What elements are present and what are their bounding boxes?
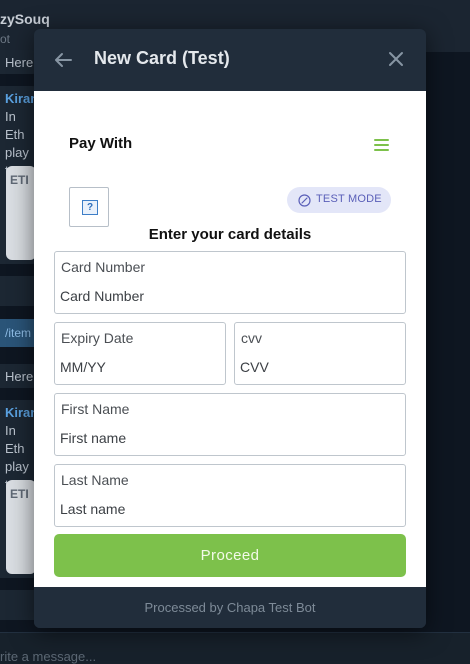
payment-webview: Pay With ? TEST MODE Enter your card det… [34, 91, 426, 587]
last-name-field: Last Name [54, 464, 406, 527]
composer-placeholder: rite a message... [0, 649, 97, 664]
menu-button[interactable] [373, 137, 391, 153]
first-name-label: First Name [61, 401, 130, 417]
expiry-date-input[interactable] [60, 359, 220, 375]
last-name-input[interactable] [60, 501, 400, 517]
back-button[interactable] [50, 47, 76, 73]
cvv-label: cvv [241, 330, 262, 346]
expiry-date-label: Expiry Date [61, 330, 134, 346]
card-number-input[interactable] [60, 288, 400, 304]
proceed-button[interactable]: Proceed [54, 534, 406, 577]
hamburger-menu-icon [374, 139, 389, 151]
cvv-input[interactable] [240, 359, 400, 375]
first-name-input[interactable] [60, 430, 400, 446]
message-composer[interactable]: rite a message... [0, 632, 470, 664]
close-button[interactable] [384, 47, 408, 71]
test-mode-label: TEST MODE [316, 193, 382, 205]
item-chip-label: ETI [10, 173, 29, 187]
chat-title: zySouq [0, 11, 50, 27]
modal-footer: Processed by Chapa Test Bot [34, 587, 426, 628]
card-number-label: Card Number [61, 259, 146, 275]
payment-modal: New Card (Test) Pay With ? TEST MODE Ent… [34, 29, 426, 628]
message-line: In Eth [5, 423, 25, 456]
test-mode-badge: TEST MODE [287, 187, 391, 213]
processed-by-text: Processed by Chapa Test Bot [144, 600, 316, 615]
cvv-field: cvv [234, 322, 406, 385]
message-line: play [5, 145, 29, 160]
last-name-label: Last Name [61, 472, 129, 488]
message-line: In Eth [5, 109, 25, 142]
pay-with-label: Pay With [69, 135, 133, 152]
test-mode-icon [298, 194, 311, 207]
card-number-field: Card Number [54, 251, 406, 314]
message-sender: Kiran [5, 91, 39, 106]
modal-header: New Card (Test) [34, 29, 426, 91]
message-sender: Kiran [5, 405, 39, 420]
modal-title: New Card (Test) [94, 48, 230, 68]
merchant-logo: ? [69, 187, 109, 227]
broken-image-icon: ? [82, 200, 98, 215]
expiry-date-field: Expiry Date [54, 322, 226, 385]
close-icon [389, 52, 403, 66]
chat-subtitle: ot [0, 32, 11, 46]
message-line: play [5, 459, 29, 474]
item-chip-label: ETI [10, 487, 29, 501]
form-heading: Enter your card details [148, 226, 312, 243]
back-arrow-icon [55, 53, 72, 67]
first-name-field: First Name [54, 393, 406, 456]
